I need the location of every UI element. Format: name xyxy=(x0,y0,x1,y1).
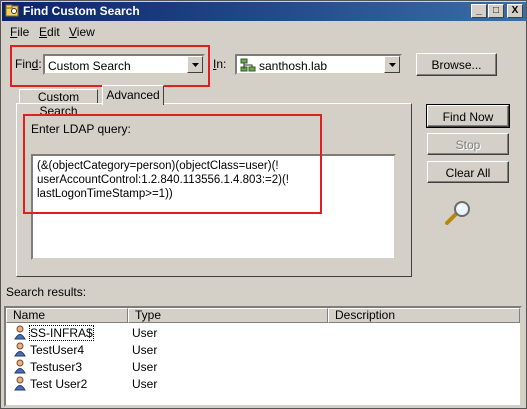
result-type: User xyxy=(132,360,158,374)
menu-file[interactable]: File xyxy=(10,25,29,39)
maximize-button[interactable]: □ xyxy=(488,4,504,18)
result-name: TestUser4 xyxy=(30,343,85,357)
menu-edit-key: E xyxy=(39,25,48,39)
search-folder-icon xyxy=(5,4,19,17)
find-now-button[interactable]: Find Now xyxy=(426,104,510,128)
result-type: User xyxy=(132,377,158,391)
table-row[interactable]: Test User2 User xyxy=(6,375,520,392)
stop-label: Stop xyxy=(455,138,481,152)
result-name: Test User2 xyxy=(30,377,88,391)
annotation-box-query xyxy=(23,114,322,214)
tab-advanced[interactable]: Advanced xyxy=(102,85,164,105)
close-button[interactable]: X xyxy=(507,4,523,18)
browse-button-label: Browse... xyxy=(431,58,482,72)
user-icon xyxy=(14,376,26,391)
table-row[interactable]: Testuser3 User xyxy=(6,358,520,375)
tab-advanced-label: Advanced xyxy=(106,88,160,102)
clear-all-button[interactable]: Clear All xyxy=(427,161,509,183)
window-title: Find Custom Search xyxy=(23,4,140,18)
tab-custom-search[interactable]: Custom Search xyxy=(19,89,98,118)
user-icon xyxy=(14,359,26,374)
result-name: Testuser3 xyxy=(30,360,83,374)
annotation-box-find xyxy=(10,45,210,87)
search-results-label: Search results: xyxy=(6,285,87,299)
menu-view-label: iew xyxy=(76,25,95,39)
title-bar[interactable]: Find Custom Search _ □ X xyxy=(2,2,526,21)
minimize-button[interactable]: _ xyxy=(471,4,487,18)
table-row[interactable]: TestUser4 User xyxy=(6,341,520,358)
menu-bar: File Edit View xyxy=(2,22,526,40)
column-header-name[interactable]: Name xyxy=(6,308,128,323)
in-select-value: santhosh.lab xyxy=(259,59,328,73)
column-header-description[interactable]: Description xyxy=(328,308,520,323)
browse-button[interactable]: Browse... xyxy=(416,53,497,76)
menu-edit[interactable]: Edit xyxy=(39,25,60,39)
in-label-post: n: xyxy=(216,57,227,71)
result-name: SS-INFRA$ xyxy=(29,325,94,341)
stop-button: Stop xyxy=(427,133,509,155)
magnifier-icon xyxy=(445,201,470,225)
clear-all-label: Clear All xyxy=(445,166,491,180)
in-select[interactable]: santhosh.lab xyxy=(235,54,402,75)
menu-edit-label: dit xyxy=(47,25,60,39)
in-label: In: xyxy=(213,57,226,71)
user-icon xyxy=(14,325,26,340)
column-header-type[interactable]: Type xyxy=(128,308,328,323)
in-dropdown-button[interactable] xyxy=(384,56,400,73)
menu-view[interactable]: View xyxy=(69,25,95,39)
result-type: User xyxy=(132,326,158,340)
user-icon xyxy=(14,342,26,357)
search-results-list[interactable]: Name Type Description SS-INFRA$ User Tes… xyxy=(4,306,522,407)
chevron-down-icon xyxy=(389,63,396,67)
table-row[interactable]: SS-INFRA$ User xyxy=(6,324,520,341)
domain-tree-icon xyxy=(240,58,256,72)
menu-file-label: ile xyxy=(17,25,30,39)
menu-view-key: V xyxy=(69,25,77,39)
result-type: User xyxy=(132,343,158,357)
find-now-label: Find Now xyxy=(442,110,494,124)
find-custom-search-window: Find Custom Search _ □ X File Edit View … xyxy=(0,0,527,409)
